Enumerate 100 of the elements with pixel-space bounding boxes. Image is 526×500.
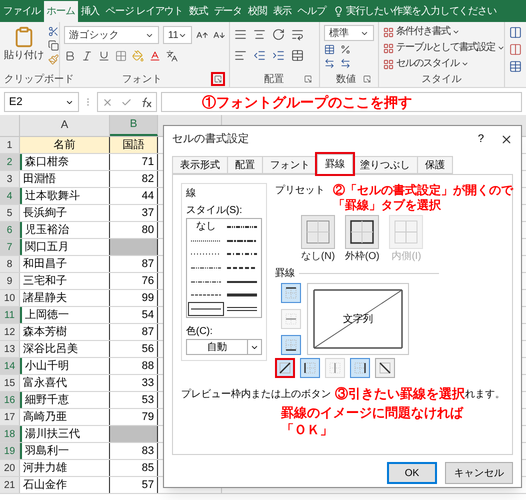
style-menu-button[interactable]: 条件付き書式	[383, 25, 460, 39]
indent-increase-icon[interactable]	[272, 49, 285, 62]
style-menu-button[interactable]: テーブルとして書式設定	[383, 41, 505, 55]
ribbon-tab[interactable]: データ	[210, 1, 246, 22]
dialog-tab[interactable]: 塗りつぶし	[352, 156, 418, 174]
launcher-icon	[363, 75, 371, 83]
column-header[interactable]: B	[110, 115, 158, 136]
paste-label[interactable]: 貼り付け	[4, 48, 44, 63]
wrap-text-icon[interactable]	[291, 28, 304, 41]
row-header[interactable]: 17	[0, 409, 20, 425]
orientation-icon[interactable]	[272, 28, 285, 41]
ribbon-tab[interactable]: ファイル	[0, 1, 44, 22]
borders-icon[interactable]	[115, 50, 127, 62]
dialog-tab[interactable]: 罫線	[317, 154, 353, 174]
font-size-dropdown[interactable]: 11	[163, 26, 192, 44]
row-header[interactable]: 14	[0, 358, 20, 374]
name-box[interactable]: E2	[4, 92, 79, 112]
caret-icon	[452, 28, 460, 36]
cut-icon[interactable]	[48, 26, 59, 37]
row-header[interactable]: 2	[0, 154, 20, 170]
line-style-sample	[191, 238, 221, 243]
tell-me-field[interactable]: 実行したい作業を入力してください	[346, 4, 496, 19]
cancel-icon[interactable]	[102, 96, 113, 108]
indent-decrease-icon[interactable]	[253, 49, 266, 62]
table-cell: 深谷比呂美	[20, 341, 110, 357]
dialog-button[interactable]: キャンセル	[445, 462, 513, 484]
ribbon-tab[interactable]: ヘルプ	[294, 1, 329, 22]
font-name-dropdown[interactable]: 游ゴシック	[64, 26, 160, 44]
border-label: 罫線	[275, 267, 295, 281]
annotation-text: 「ＯＫ」	[281, 420, 334, 438]
border-button[interactable]	[300, 358, 320, 378]
row-header[interactable]: 10	[0, 290, 20, 306]
help-button[interactable]: ?	[478, 130, 484, 148]
italic-icon[interactable]	[81, 50, 93, 62]
align-middle-icon[interactable]	[253, 28, 266, 41]
phonetic-icon[interactable]	[166, 50, 178, 62]
underline-icon[interactable]	[98, 50, 110, 62]
row-header[interactable]: 13	[0, 341, 20, 357]
ribbon-tab[interactable]: ページ レイアウト	[102, 1, 186, 22]
row-header[interactable]: 18	[0, 426, 20, 442]
close-icon[interactable]	[500, 132, 513, 146]
ribbon-tab[interactable]: 校閲	[245, 1, 270, 22]
line-style-option[interactable]	[188, 302, 224, 316]
line-style-sample	[227, 238, 257, 243]
percent-icon[interactable]	[340, 44, 351, 55]
number-format-dropdown[interactable]: 標準	[324, 25, 374, 41]
row-header[interactable]: 12	[0, 324, 20, 340]
dialog-tab[interactable]: 表示形式	[172, 156, 228, 174]
style-menu-button[interactable]: セルのスタイル	[383, 57, 469, 71]
row-header[interactable]: 19	[0, 443, 20, 459]
table-cell: 小山千明	[20, 358, 110, 374]
row-header[interactable]: 20	[0, 460, 20, 476]
row-header[interactable]: 16	[0, 392, 20, 408]
row-header[interactable]: 8	[0, 256, 20, 272]
row-header[interactable]: 15	[0, 375, 20, 391]
ribbon-tab[interactable]: ホーム	[44, 1, 78, 22]
enter-icon[interactable]	[121, 96, 132, 108]
table-cell: 辻本歌舞斗	[20, 188, 110, 204]
ribbon-tab[interactable]: 挿入	[78, 1, 103, 22]
align-top-icon[interactable]	[234, 28, 247, 41]
row-header[interactable]: 21	[0, 477, 20, 493]
fill-color-icon[interactable]	[132, 50, 144, 62]
font-color-icon[interactable]	[149, 50, 161, 62]
align-left-icon[interactable]	[234, 49, 247, 62]
line-style-sample	[191, 280, 221, 284]
ribbon-tab[interactable]: 数式	[186, 1, 211, 22]
preset-button[interactable]	[345, 215, 380, 249]
color-label: 色(C):	[186, 325, 214, 339]
dialog-tab[interactable]: フォント	[262, 156, 318, 174]
bold-icon[interactable]	[64, 50, 76, 62]
paste-icon[interactable]	[13, 26, 35, 48]
row-header[interactable]: 7	[0, 239, 20, 255]
table-cell: 河井力雄	[20, 460, 110, 476]
row-header[interactable]: 9	[0, 273, 20, 289]
border-button[interactable]	[350, 358, 370, 378]
copy-icon[interactable]	[48, 40, 59, 51]
border-button[interactable]	[375, 358, 395, 378]
table-cell: 児玉裕治	[20, 222, 110, 238]
dialog-tab[interactable]: 配置	[227, 156, 263, 174]
function-icon[interactable]	[140, 96, 152, 108]
row-header[interactable]: 11	[0, 307, 20, 323]
border-button[interactable]	[275, 358, 295, 378]
table-cell: 三宅和子	[20, 273, 110, 289]
line-style-option[interactable]: なし	[188, 220, 224, 234]
ribbon-tab[interactable]: 表示	[270, 1, 295, 22]
table-icon	[383, 26, 394, 38]
color-dropdown[interactable]: 自動	[186, 339, 262, 355]
dialog-tab[interactable]: 保護	[417, 156, 453, 174]
border-icon	[284, 338, 298, 352]
border-icon	[328, 361, 342, 375]
formula-input[interactable]: ①フォントグループのここを押す	[161, 92, 522, 112]
row-header[interactable]: 1	[0, 137, 20, 153]
dialog-launcher-button[interactable]	[211, 72, 225, 86]
border-button[interactable]	[281, 283, 301, 303]
row-header[interactable]: 5	[0, 205, 20, 221]
row-header[interactable]: 6	[0, 222, 20, 238]
dialog-button[interactable]: OK	[387, 462, 437, 484]
row-header[interactable]: 3	[0, 171, 20, 187]
border-button[interactable]	[281, 335, 301, 355]
row-header[interactable]: 4	[0, 188, 20, 204]
